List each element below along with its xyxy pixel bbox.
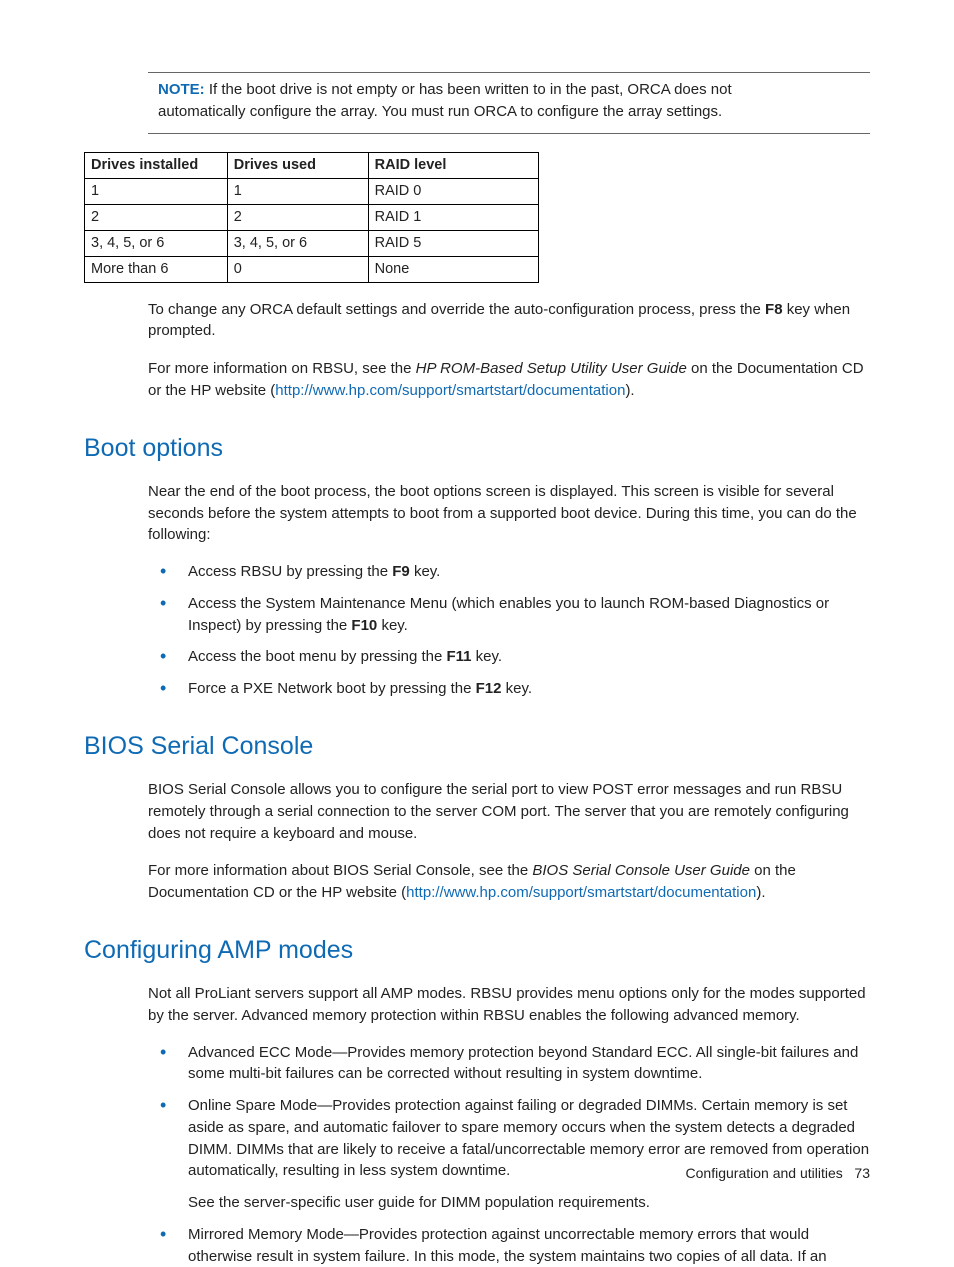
cell: None	[368, 256, 538, 282]
text: Access RBSU by pressing the	[188, 563, 392, 580]
boot-intro: Near the end of the boot process, the bo…	[148, 481, 870, 546]
cell: RAID 5	[368, 230, 538, 256]
table-row: 1 1 RAID 0	[85, 178, 539, 204]
list-item: Access the System Maintenance Menu (whic…	[148, 593, 870, 637]
heading-bios-serial-console: BIOS Serial Console	[84, 728, 870, 764]
cell: 2	[85, 204, 228, 230]
cell: 3, 4, 5, or 6	[85, 230, 228, 256]
text: Mirrored Memory Mode—Provides protection…	[188, 1226, 827, 1265]
text: To change any ORCA default settings and …	[148, 301, 765, 318]
table-row: 3, 4, 5, or 6 3, 4, 5, or 6 RAID 5	[85, 230, 539, 256]
text: Force a PXE Network boot by pressing the	[188, 680, 476, 697]
text: Access the System Maintenance Menu (whic…	[188, 595, 829, 634]
key-f12: F12	[476, 680, 502, 697]
boot-options-list: Access RBSU by pressing the F9 key. Acce…	[148, 561, 870, 700]
cell: More than 6	[85, 256, 228, 282]
note-text: If the boot drive is not empty or has be…	[158, 81, 732, 120]
key-f9: F9	[392, 563, 410, 580]
table-row: 2 2 RAID 1	[85, 204, 539, 230]
th-drives-used: Drives used	[227, 152, 368, 178]
cell: 1	[85, 178, 228, 204]
table-header-row: Drives installed Drives used RAID level	[85, 152, 539, 178]
table-row: More than 6 0 None	[85, 256, 539, 282]
key-f11: F11	[446, 648, 471, 665]
bios-p1: BIOS Serial Console allows you to config…	[148, 779, 870, 844]
page: NOTE: If the boot drive is not empty or …	[0, 0, 954, 1235]
list-item: Access the boot menu by pressing the F11…	[148, 646, 870, 668]
cell: 0	[227, 256, 368, 282]
list-item: Access RBSU by pressing the F9 key.	[148, 561, 870, 583]
key-f10: F10	[351, 617, 377, 634]
rbsu-paragraph: For more information on RBSU, see the HP…	[148, 358, 870, 402]
cell: 1	[227, 178, 368, 204]
cell: RAID 0	[368, 178, 538, 204]
cell: 2	[227, 204, 368, 230]
text: For more information on RBSU, see the	[148, 360, 416, 377]
guide-title: BIOS Serial Console User Guide	[532, 862, 750, 879]
text: key.	[377, 617, 408, 634]
footer-section: Configuration and utilities	[686, 1165, 843, 1181]
bios-link[interactable]: http://www.hp.com/support/smartstart/doc…	[406, 884, 756, 901]
text: key.	[410, 563, 441, 580]
raid-table: Drives installed Drives used RAID level …	[84, 152, 539, 283]
text: Advanced ECC Mode—Provides memory protec…	[188, 1044, 858, 1083]
spare-subnote: See the server-specific user guide for D…	[188, 1192, 870, 1214]
heading-boot-options: Boot options	[84, 430, 870, 466]
cell: 3, 4, 5, or 6	[227, 230, 368, 256]
amp-intro: Not all ProLiant servers support all AMP…	[148, 983, 870, 1027]
list-item: Force a PXE Network boot by pressing the…	[148, 678, 870, 700]
guide-title: HP ROM-Based Setup Utility User Guide	[416, 360, 687, 377]
rbsu-link[interactable]: http://www.hp.com/support/smartstart/doc…	[275, 382, 625, 399]
bios-p2: For more information about BIOS Serial C…	[148, 860, 870, 904]
th-drives-installed: Drives installed	[85, 152, 228, 178]
text: ).	[756, 884, 765, 901]
note-label: NOTE:	[158, 81, 205, 98]
note-box: NOTE: If the boot drive is not empty or …	[148, 72, 870, 134]
page-footer: Configuration and utilities 73	[686, 1163, 870, 1183]
text: For more information about BIOS Serial C…	[148, 862, 532, 879]
key-f8: F8	[765, 301, 783, 318]
heading-configuring-amp-modes: Configuring AMP modes	[84, 932, 870, 968]
text: ).	[625, 382, 634, 399]
text: Access the boot menu by pressing the	[188, 648, 446, 665]
footer-page-number: 73	[854, 1165, 870, 1181]
list-item: Online Spare Mode—Provides protection ag…	[148, 1095, 870, 1214]
text: key.	[472, 648, 503, 665]
th-raid-level: RAID level	[368, 152, 538, 178]
text: key.	[502, 680, 533, 697]
list-item: Mirrored Memory Mode—Provides protection…	[148, 1224, 870, 1267]
orca-paragraph: To change any ORCA default settings and …	[148, 299, 870, 343]
list-item: Advanced ECC Mode—Provides memory protec…	[148, 1042, 870, 1086]
amp-modes-list: Advanced ECC Mode—Provides memory protec…	[148, 1042, 870, 1267]
cell: RAID 1	[368, 204, 538, 230]
